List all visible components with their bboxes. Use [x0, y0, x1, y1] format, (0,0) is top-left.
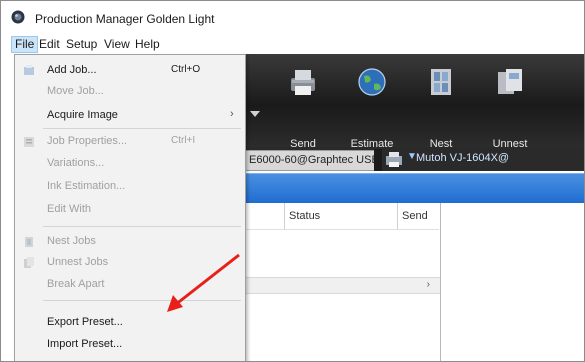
menu-item-move-job[interactable]: Move Job...	[15, 81, 245, 103]
queue-header-bar	[244, 173, 584, 204]
send-button[interactable]	[270, 58, 336, 118]
unnest-button[interactable]	[477, 58, 543, 118]
menu-view[interactable]: View	[101, 37, 133, 52]
device-tab-mutoh[interactable]: Mutoh VJ-1604X@	[416, 152, 509, 164]
printer-icon	[291, 70, 315, 95]
chevron-down-icon[interactable]	[248, 109, 262, 119]
tab-separator	[374, 149, 382, 171]
printer-device-icon[interactable]	[384, 150, 404, 168]
estimate-button[interactable]	[339, 58, 405, 118]
menu-item-label: Add Job...	[47, 64, 97, 76]
application-window: Production Manager Golden Light File Edi…	[0, 0, 585, 362]
menu-item-import-preset[interactable]: Import Preset...	[15, 334, 245, 356]
title-bar: Production Manager Golden Light	[1, 1, 584, 34]
nest-jobs-icon	[25, 237, 33, 247]
menu-item-label: Acquire Image	[47, 109, 118, 121]
column-header-send[interactable]: Send	[398, 203, 439, 230]
menu-item-ink-estimation[interactable]: Ink Estimation...	[15, 176, 245, 198]
menu-item-label: Ink Estimation...	[47, 180, 126, 192]
menu-bar: File Edit Setup View Help	[1, 34, 584, 54]
submenu-arrow-icon: ›	[230, 108, 234, 120]
menu-item-edit-with[interactable]: Edit With	[15, 199, 245, 221]
column-header-status[interactable]: Status	[285, 203, 398, 230]
pane-divider[interactable]	[440, 203, 441, 361]
unnest-icon	[498, 69, 522, 94]
nest-button[interactable]	[408, 58, 474, 118]
globe-icon	[358, 68, 386, 96]
annotation-arrow-icon	[167, 253, 240, 312]
menu-help[interactable]: Help	[132, 37, 163, 52]
menu-item-job-properties[interactable]: Job Properties... Ctrl+I	[15, 131, 245, 153]
job-list: Status Send ›	[244, 203, 584, 361]
add-job-icon	[24, 65, 34, 75]
scroll-right-icon[interactable]: ›	[427, 279, 430, 290]
menu-setup[interactable]: Setup	[63, 37, 100, 52]
menu-item-acquire-image[interactable]: Acquire Image ›	[15, 105, 245, 127]
menu-separator	[43, 128, 241, 129]
menu-shortcut: Ctrl+O	[171, 64, 201, 75]
menu-item-variations[interactable]: Variations...	[15, 153, 245, 175]
menu-item-label: Edit With	[47, 203, 92, 215]
menu-item-label: Unnest Jobs	[47, 256, 109, 268]
menu-item-nest-jobs[interactable]: Nest Jobs	[15, 231, 245, 253]
device-tab-graphtec[interactable]: E6000-60@Graphtec USB	[244, 150, 380, 171]
device-tab-bar: E6000-60@Graphtec USB ▼ Mutoh VJ-1604X@	[244, 147, 584, 171]
menu-item-label: Export Preset...	[47, 316, 123, 328]
menu-item-label: Import Preset...	[47, 338, 123, 350]
nest-icon	[431, 69, 451, 95]
menu-item-label: Variations...	[47, 157, 105, 169]
menu-file[interactable]: File	[11, 36, 39, 53]
menu-item-label: Nest Jobs	[47, 235, 96, 247]
menu-item-label: Job Properties...	[47, 135, 128, 147]
unnest-jobs-icon	[24, 257, 34, 268]
menu-item-label: Move Job...	[47, 85, 104, 97]
menu-edit[interactable]: Edit	[36, 37, 63, 52]
menu-separator	[43, 226, 241, 227]
column-header-blank[interactable]	[244, 203, 285, 230]
properties-icon	[24, 137, 34, 147]
menu-shortcut: Ctrl+I	[171, 135, 196, 146]
menu-item-add-job[interactable]: Add Job... Ctrl+O	[15, 60, 245, 82]
window-title: Production Manager Golden Light	[35, 12, 215, 26]
menu-item-label: Break Apart	[47, 278, 105, 290]
main-toolbar: Send Estimate Nest Unnest	[244, 54, 584, 150]
horizontal-scrollbar[interactable]: ›	[244, 277, 440, 294]
app-logo-icon	[11, 10, 25, 24]
